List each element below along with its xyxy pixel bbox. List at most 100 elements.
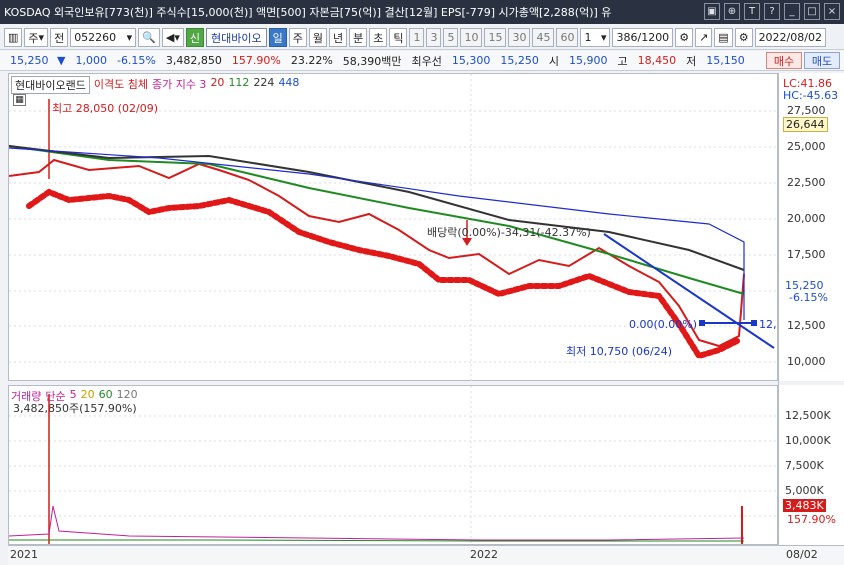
volume-ma-120: 120 (116, 388, 138, 401)
tab-daily[interactable]: 일 (268, 28, 287, 47)
trendline-handle-right[interactable] (751, 320, 757, 326)
stock-code-input[interactable]: 052260 ▾ (70, 28, 137, 47)
stock-code-value: 052260 (74, 31, 117, 44)
axis-separator (779, 381, 844, 385)
volume-value: 3,482,850 (165, 54, 222, 67)
help-icon[interactable]: ? (764, 3, 780, 20)
low-annotation: 최저 10,750 (06/24) (566, 345, 672, 358)
volume-current-pct: 157.90% (787, 513, 836, 526)
count-input[interactable]: 386/1200 (612, 28, 674, 47)
credit-badge: 신 (185, 28, 204, 47)
hc-label: HC:-45.63 (783, 89, 839, 102)
sound-icon[interactable]: ◀▾ (161, 28, 184, 47)
legend-ma-112: 112 (228, 76, 250, 89)
vol-tick-10000: 10,000K (785, 434, 831, 447)
volume-ratio: 157.90% (231, 54, 281, 67)
text-size-icon[interactable]: T (744, 3, 760, 20)
high-annotation: 최고 28,050 (02/09) (52, 102, 158, 115)
best-bid: 15,250 (500, 54, 539, 67)
market-select[interactable]: 주 ▾ (24, 28, 49, 47)
quote-bar: 15,250 ▼ 1,000 -6.15% 3,482,850 157.90% … (0, 51, 844, 71)
count-value: 386 (616, 31, 638, 44)
interval-select[interactable]: 1 ▾ (580, 28, 611, 47)
legend-stock-name[interactable]: 현대바이오랜드 (11, 76, 90, 94)
tab-weekly[interactable]: 주 (288, 28, 307, 47)
vol-tick-5000: 5,000K (785, 484, 824, 497)
y-tick-22500: 22,500 (787, 176, 826, 189)
tab-monthly[interactable]: 월 (308, 28, 327, 47)
open-label: 시 (548, 54, 560, 68)
right-annotation: 12, (759, 318, 777, 331)
minimize-icon[interactable]: _ (784, 3, 800, 20)
close-icon[interactable]: × (824, 3, 840, 20)
tab-minute[interactable]: 분 (349, 28, 368, 47)
sell-button[interactable]: 매도 (804, 52, 840, 69)
save-icon[interactable]: ▤ (714, 28, 733, 47)
stock-name[interactable]: 현대바이오 (206, 28, 267, 47)
y-tick-25000: 25,000 (787, 140, 826, 153)
price-value: 15,250 (10, 54, 49, 67)
window-title: KOSDAQ 외국인보유[773(천)] 주식수[15,000(천)] 액면[5… (4, 6, 612, 19)
window-controls: ▣ ⊕ T ? _ □ × (704, 3, 840, 20)
volume-legend-label: 거래량 (11, 390, 42, 403)
tool-icon[interactable]: ⚙ (675, 28, 694, 47)
tab-yearly[interactable]: 년 (328, 28, 348, 47)
low-value: 15,150 (706, 54, 745, 67)
volume-ma-60: 60 (98, 388, 113, 401)
period-button[interactable]: 전 (50, 28, 69, 47)
legend-ma-20: 20 (210, 76, 225, 89)
maximize-icon[interactable]: □ (804, 3, 820, 20)
market-select-label: 주 (28, 31, 39, 45)
priority-label: 최우선 (411, 54, 442, 68)
interval-15[interactable]: 15 (484, 28, 507, 47)
tab-second[interactable]: 초 (369, 28, 388, 47)
volume-chart[interactable]: 거래량 단순 5 20 60 120 3,482,850주(157.90%) (8, 385, 779, 546)
price-chart-svg: 최고 28,050 (02/09) 배당락(0.00%)-34,31(-42.3… (9, 74, 779, 382)
time-label-current: 08/02 (786, 548, 818, 561)
interval-1[interactable]: 1 (409, 28, 425, 47)
current-pct-label: -6.15% (789, 291, 828, 304)
vol-tick-7500: 7,500K (785, 459, 824, 472)
interval-3[interactable]: 3 (426, 28, 442, 47)
toolbar: ▥ 주 ▾ 전 052260 ▾ 🔍 ◀▾ 신 현대바이오 일 주 월 년 분 초 … (0, 26, 844, 50)
legend-indicator: 이격도 침체 (93, 78, 148, 91)
trendline-handle-left[interactable] (699, 320, 705, 326)
low-label: 저 (686, 54, 697, 68)
settings-icon[interactable]: ⚙ (734, 28, 753, 47)
volume-legend: 거래량 단순 5 20 60 120 (11, 388, 138, 404)
volume-ma-5: 5 (69, 388, 77, 401)
pin-icon[interactable]: ⊕ (724, 3, 740, 20)
y-tick-12500: 12,500 (787, 319, 826, 332)
draw-icon[interactable]: ↗ (695, 28, 713, 47)
interval-5[interactable]: 5 (443, 28, 459, 47)
title-bar: KOSDAQ 외국인보유[773(천)] 주식수[15,000(천)] 액면[5… (0, 0, 844, 24)
interval-45[interactable]: 45 (532, 28, 555, 47)
volume-legend-ma-label: 단순 (45, 390, 66, 403)
date-input[interactable]: 2022/08/02 (754, 28, 826, 47)
vol-tick-12500: 12,500K (785, 409, 831, 422)
time-label-2022: 2022 (470, 548, 498, 561)
count-total: /1200 (637, 31, 670, 44)
tab-tick[interactable]: 틱 (389, 28, 408, 47)
high-label: 고 (617, 54, 628, 68)
time-label-2021: 2021 (10, 548, 38, 561)
current-price: 15,250 ▼ (0, 54, 70, 67)
y-tick-27500: 27,500 (787, 104, 826, 117)
price-chart[interactable]: 현대바이오랜드 이격도 침체 종가 지수 3 20 112 224 448 ▦ … (8, 73, 779, 382)
interval-select-value: 1 (584, 31, 592, 44)
y-tick-20000: 20,000 (787, 212, 826, 225)
chart-type-icon[interactable]: ▥ (4, 28, 23, 47)
volume-ma-line (9, 505, 745, 541)
restore-window-icon[interactable]: ▣ (704, 3, 720, 20)
legend-ma-label: 종가 지수 3 (151, 78, 207, 91)
chart-legend: 현대바이오랜드 이격도 침체 종가 지수 3 20 112 224 448 (11, 76, 299, 94)
volume-chart-svg (9, 386, 779, 546)
price-axis: LC:41.86 HC:-45.63 27,500 26,644 25,000 … (778, 73, 844, 545)
amount-value: 58,390백만 (342, 54, 402, 68)
interval-10[interactable]: 10 (460, 28, 483, 47)
price-change: 1,000 (75, 54, 107, 67)
interval-60[interactable]: 60 (556, 28, 579, 47)
buy-button[interactable]: 매수 (766, 52, 802, 69)
search-icon[interactable]: 🔍 (138, 28, 160, 47)
interval-30[interactable]: 30 (508, 28, 531, 47)
